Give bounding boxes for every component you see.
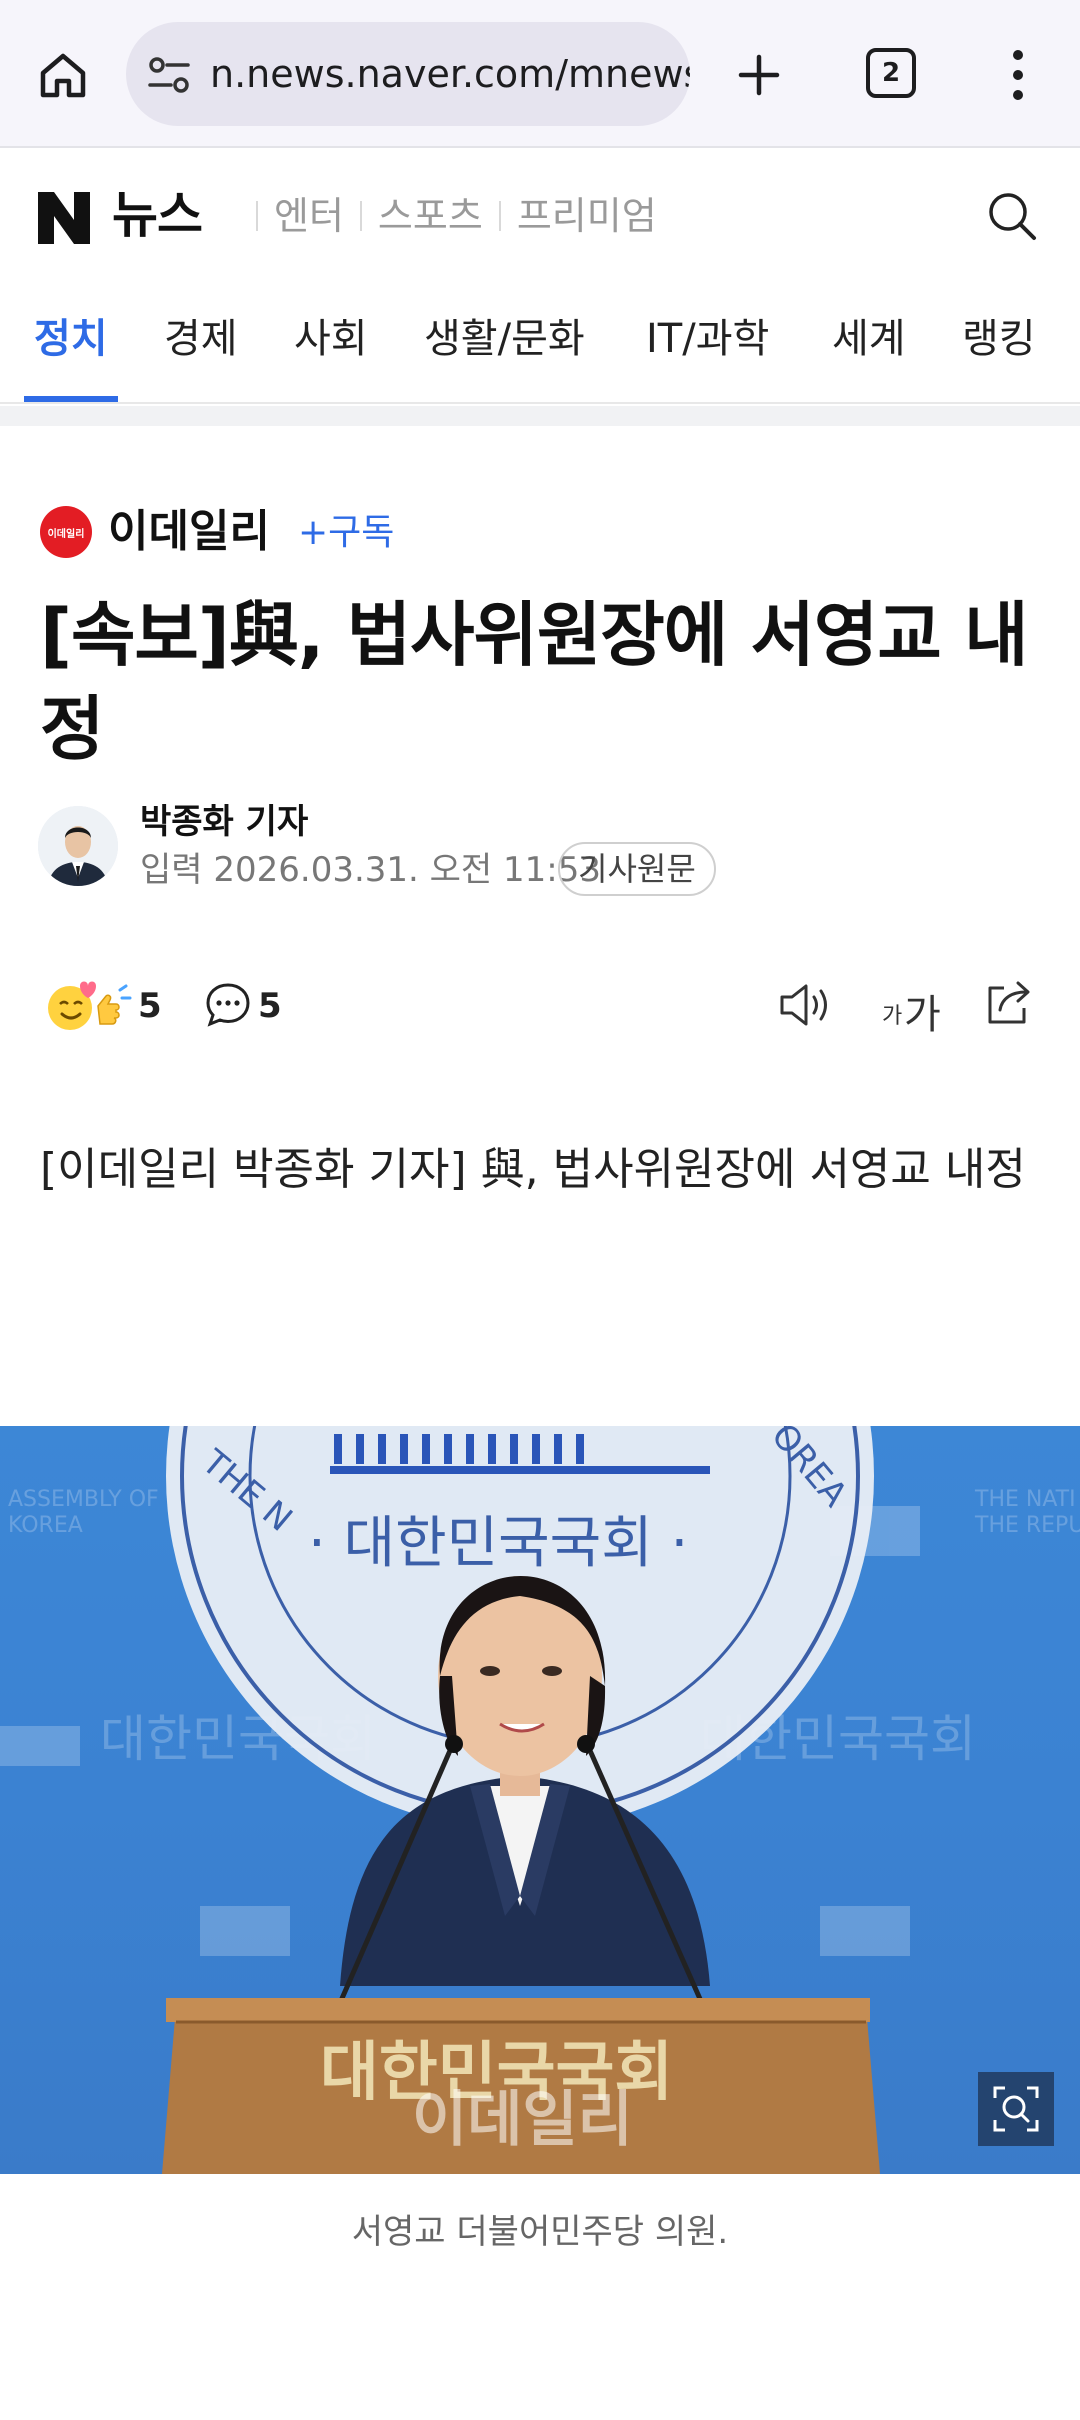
press-logo-text: 이데일리 <box>47 528 85 540</box>
news-title[interactable]: 뉴스 <box>112 180 203 250</box>
photo-zoom-button[interactable] <box>978 2072 1054 2146</box>
browser-toolbar: n.news.naver.com/mnews/article 2 <box>0 0 1080 148</box>
font-big-glyph: 가 <box>904 992 941 1038</box>
link-entertainment[interactable]: 엔터 <box>274 194 344 238</box>
tab-ranking[interactable]: 랭킹 <box>962 314 1036 364</box>
press-name[interactable]: 이데일리 <box>108 504 270 560</box>
wall-text-en: THE NATI <box>974 1487 1076 1512</box>
photo-illustration: ASSEMBLY OF KOREA THE NATI THE REPU 대한민국… <box>0 1426 1080 2174</box>
press-logo[interactable]: 이데일리 <box>40 506 92 558</box>
photo-caption: 서영교 더불어민주당 의원. <box>351 2212 729 2252</box>
reporter-name[interactable]: 박종화 기자 <box>140 800 308 844</box>
tab-society[interactable]: 사회 <box>294 314 368 364</box>
font-size-button[interactable]: 가 가 <box>880 980 950 1038</box>
tab-count: 2 <box>881 58 901 88</box>
publish-date: 입력 2026.03.31. 오전 11:53 <box>140 850 602 890</box>
tab-life-culture[interactable]: 생활/문화 <box>424 314 585 364</box>
original-article-button[interactable]: 기사원문 <box>558 842 716 896</box>
header-links: 엔터 스포츠 프리미엄 <box>240 194 657 238</box>
reporter-avatar[interactable] <box>38 806 118 886</box>
tab-world[interactable]: 세계 <box>832 314 906 364</box>
tab-it-science[interactable]: IT/과학 <box>646 314 769 364</box>
article-headline: [속보]與, 법사위원장에 서영교 내정 <box>40 594 1029 770</box>
address-bar[interactable]: n.news.naver.com/mnews/article <box>126 22 690 126</box>
divider <box>359 201 362 231</box>
divider <box>498 201 501 231</box>
url-text[interactable]: n.news.naver.com/mnews/article <box>210 46 690 102</box>
divider <box>0 406 1080 426</box>
seal-text: · 대한민국국회 · <box>308 1511 688 1576</box>
active-tab-indicator <box>24 396 118 402</box>
link-premium[interactable]: 프리미엄 <box>517 194 657 238</box>
subscribe-button[interactable]: +구독 <box>298 510 394 556</box>
site-settings-icon[interactable] <box>146 52 192 98</box>
article-body: [이데일리 박종화 기자] 與, 법사위원장에 서영교 내정 <box>40 1144 1026 1195</box>
reaction-emoji-icon[interactable] <box>40 976 132 1036</box>
wall-text-en: THE REPU <box>974 1513 1080 1538</box>
comment-count: 5 <box>258 986 282 1026</box>
font-small-glyph: 가 <box>882 1004 903 1029</box>
tab-politics[interactable]: 정치 <box>34 314 108 364</box>
speaker-icon[interactable] <box>778 980 834 1030</box>
home-icon[interactable] <box>30 42 96 108</box>
link-sports[interactable]: 스포츠 <box>378 194 483 238</box>
divider <box>256 201 258 231</box>
naver-logo-icon[interactable] <box>36 190 92 246</box>
watermark-text: 이데일리 <box>412 2085 633 2155</box>
comment-icon[interactable] <box>204 980 252 1028</box>
category-tabs: 정치 경제 사회 생활/문화 IT/과학 세계 랭킹 <box>0 280 1080 404</box>
reaction-count: 5 <box>138 986 162 1026</box>
search-icon[interactable] <box>984 188 1040 244</box>
wall-text-en: KOREA <box>8 1513 83 1538</box>
naver-header: 뉴스 엔터 스포츠 프리미엄 <box>0 150 1080 280</box>
more-menu-icon[interactable] <box>998 40 1038 110</box>
tab-economy[interactable]: 경제 <box>164 314 238 364</box>
wall-text-en: ASSEMBLY OF <box>8 1487 159 1512</box>
new-tab-icon[interactable] <box>724 40 794 110</box>
share-icon[interactable] <box>982 976 1036 1030</box>
zoom-icon <box>993 2086 1039 2132</box>
article-photo[interactable]: ASSEMBLY OF KOREA THE NATI THE REPU 대한민국… <box>0 1426 1080 2174</box>
tab-switcher-button[interactable]: 2 <box>866 48 916 98</box>
